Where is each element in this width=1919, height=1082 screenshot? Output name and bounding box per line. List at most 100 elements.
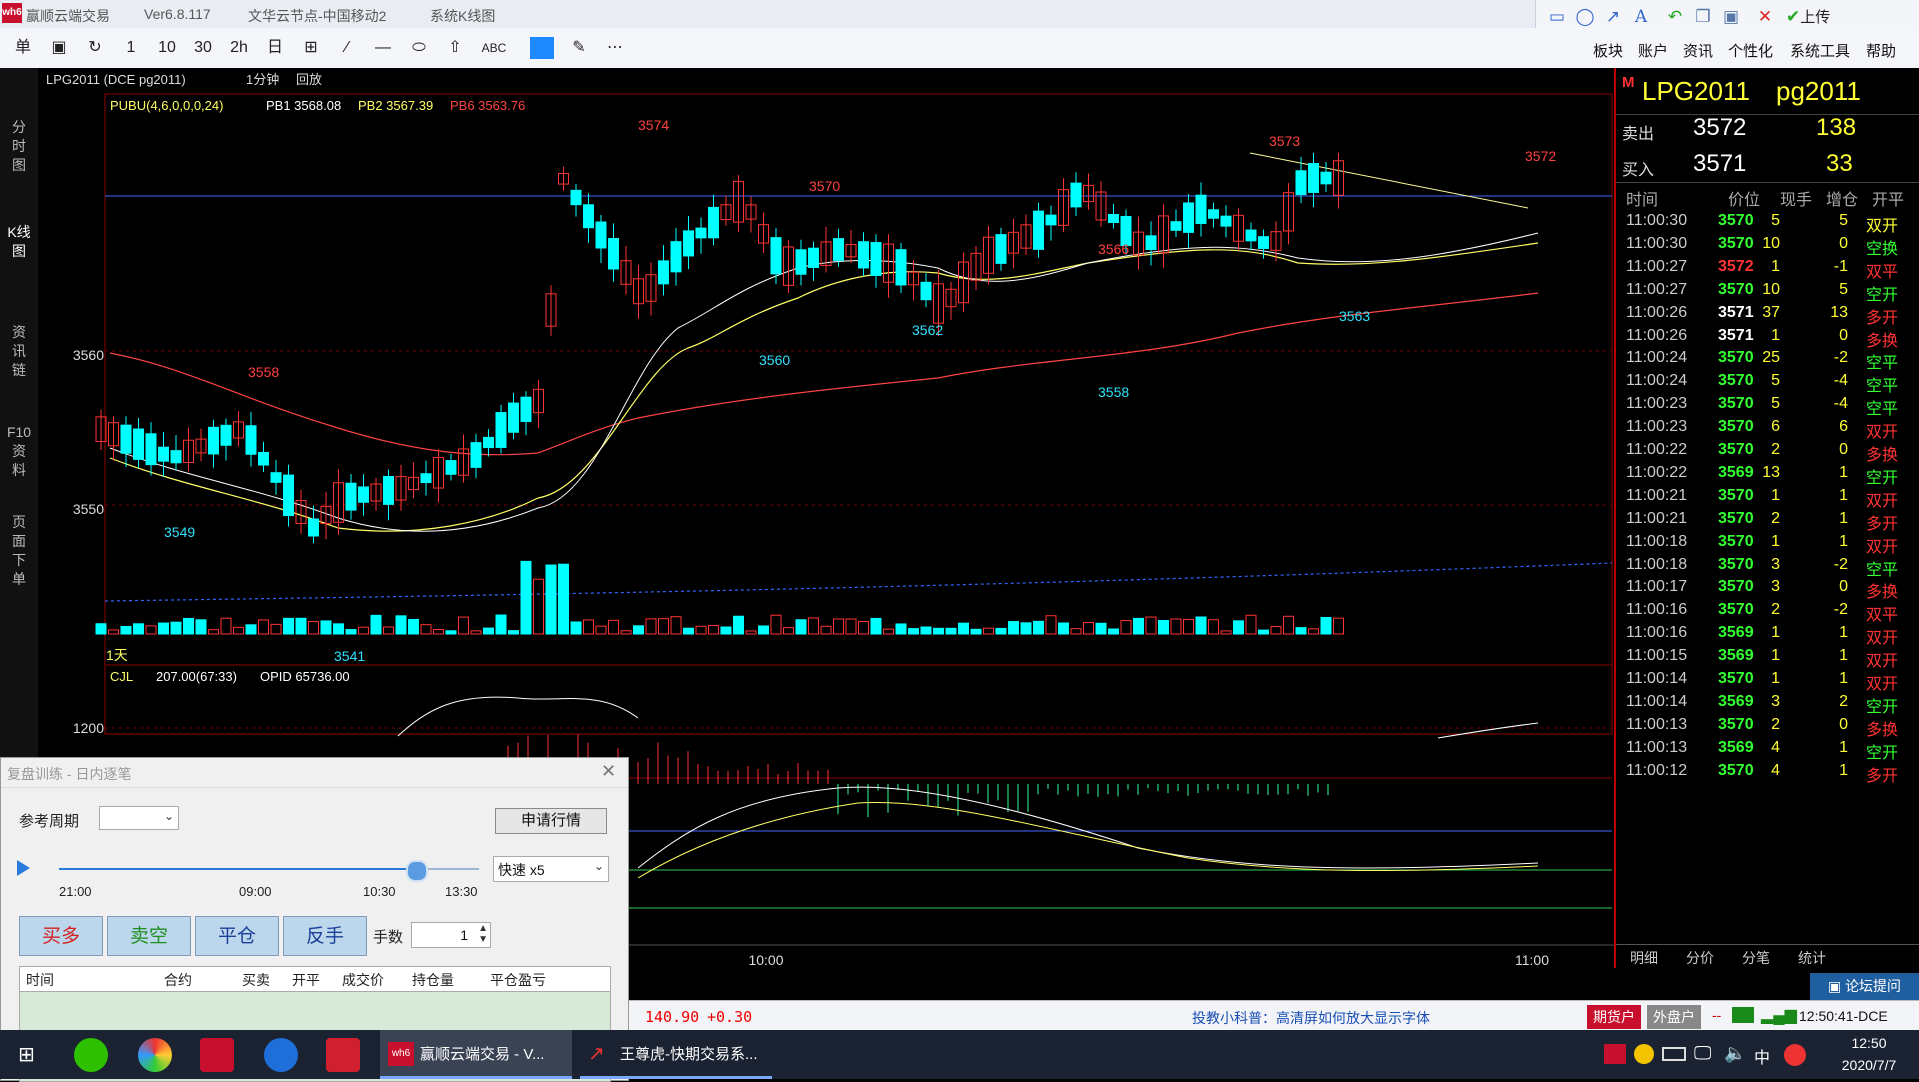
tray-wh6-icon[interactable] (1604, 1044, 1626, 1064)
period-2h-button[interactable]: 2h (226, 36, 252, 60)
lots-value[interactable]: 1 (460, 927, 468, 943)
reverse-button[interactable]: 反手 (283, 916, 367, 956)
tab-news-chain[interactable]: 资讯链 (6, 323, 32, 380)
instrument-code: pg2011 (1776, 76, 1861, 106)
save-layout-icon[interactable]: ▣ (46, 36, 72, 60)
tick-price: 3570 (1718, 418, 1754, 436)
volume-icon[interactable]: 🔈 (1724, 1043, 1746, 1064)
chrome-icon[interactable] (138, 1038, 172, 1072)
eraser-icon[interactable]: ✎ (566, 36, 592, 60)
foreign-account-button[interactable]: 外盘户 (1647, 1005, 1701, 1029)
futures-account-button[interactable]: 期货户 (1587, 1005, 1641, 1029)
more-icon[interactable]: ⋯ (602, 36, 628, 60)
period-10-button[interactable]: 10 (154, 36, 180, 60)
order-icon[interactable]: 单 (10, 36, 36, 60)
tab-f10[interactable]: F10资料 (6, 423, 32, 480)
rect-icon[interactable]: ▭ (1546, 6, 1568, 28)
k-app-icon[interactable] (264, 1038, 298, 1072)
start-icon[interactable]: ⊞ (18, 1045, 38, 1065)
tab-detail[interactable]: 明细 (1630, 948, 1658, 968)
col-oi: 增仓 (1826, 192, 1859, 209)
ellipse-draw-icon[interactable]: ⬭ (406, 36, 432, 60)
upload-button[interactable]: ✔上传 (1786, 6, 1846, 28)
annotation-low-3560: 3560 (759, 352, 790, 368)
save-icon[interactable]: ▣ (1720, 6, 1742, 28)
forum-ask-button[interactable]: ▣ 论坛提问 (1810, 973, 1919, 1000)
time-tick-1000: 10:00 (748, 952, 783, 968)
arrow-icon[interactable]: ↗ (1602, 6, 1624, 28)
app-logo-icon: wh6 (2, 3, 22, 23)
volume-bar (133, 623, 144, 635)
grid-layout-icon[interactable]: ⊞ (298, 36, 324, 60)
text-icon[interactable]: A (1630, 6, 1652, 28)
hline-draw-icon[interactable]: — (370, 36, 396, 60)
status-tip[interactable]: 投教小科普：高清屏如何放大显示字体 (1192, 1008, 1430, 1028)
taskbar-time[interactable]: 12:50 (1834, 1035, 1904, 1051)
volume-indicator-label[interactable]: CJL (110, 669, 133, 684)
tab-page-order[interactable]: 页面下单 (6, 513, 32, 589)
chart-mode[interactable]: 回放 (296, 72, 322, 87)
menu-system-tools[interactable]: 系统工具 (1790, 40, 1850, 61)
stepper-arrows-icon[interactable]: ▲ ▼ (478, 923, 488, 945)
pb1-value: PB1 3568.08 (266, 98, 341, 113)
buy-price[interactable]: 3571 (1693, 150, 1746, 178)
ref-period-select[interactable]: ⌄ (99, 806, 179, 830)
period-30-button[interactable]: 30 (190, 36, 216, 60)
sogou-icon[interactable] (1784, 1044, 1806, 1066)
taskbar-date[interactable]: 2020/7/7 (1828, 1057, 1910, 1073)
sell-short-button[interactable]: 卖空 (107, 916, 191, 956)
trading-app-icon[interactable] (200, 1038, 234, 1072)
request-quote-button[interactable]: 申请行情 (495, 808, 607, 834)
undo-icon[interactable]: ↶ (1664, 6, 1686, 28)
ellipse-icon[interactable]: ◯ (1574, 6, 1596, 28)
period-day-button[interactable]: 日 (262, 36, 288, 60)
menu-personalize[interactable]: 个性化 (1728, 40, 1773, 61)
lots-stepper[interactable]: 1 ▲ ▼ (411, 922, 491, 948)
tick-time: 11:00:15 (1626, 647, 1688, 665)
tick-price: 3570 (1718, 349, 1754, 367)
arrow-up-draw-icon[interactable]: ⇧ (442, 36, 468, 60)
tick-qty: 37 (1762, 303, 1780, 321)
close-position-button[interactable]: 平仓 (195, 916, 279, 956)
refresh-icon[interactable]: ↻ (82, 36, 108, 60)
play-icon[interactable] (17, 860, 30, 876)
tab-timeshare[interactable]: 分时图 (6, 118, 32, 175)
volume-bar (908, 628, 919, 635)
menu-account[interactable]: 账户 (1638, 40, 1668, 61)
menu-sector[interactable]: 板块 (1593, 40, 1623, 61)
menu-news[interactable]: 资讯 (1683, 40, 1713, 61)
color-picker-icon[interactable] (530, 37, 554, 59)
tab-kline[interactable]: K线图 (6, 223, 32, 261)
replay-slider-track[interactable] (59, 860, 479, 882)
tab-ticks[interactable]: 分笔 (1742, 948, 1770, 968)
text-draw-button[interactable]: ABC (478, 36, 510, 60)
replay-slider-handle[interactable] (406, 860, 428, 882)
annotation-low-3541: 3541 (334, 648, 365, 664)
dialog-close-icon[interactable]: ✕ (601, 761, 616, 782)
period-1-button[interactable]: 1 (118, 36, 144, 60)
network-icon[interactable]: 🖵 (1694, 1043, 1711, 1064)
candle-body (1070, 182, 1082, 208)
menu-help[interactable]: 帮助 (1866, 40, 1896, 61)
tick-oi: 0 (1839, 441, 1848, 458)
speed-select[interactable]: 快速 x5 ⌄ (493, 856, 609, 882)
line-draw-icon[interactable]: ⁄ (334, 36, 360, 60)
sell-price[interactable]: 3572 (1693, 114, 1746, 142)
tab-price-dist[interactable]: 分价 (1686, 948, 1714, 968)
tick-price: 3570 (1718, 509, 1754, 527)
wechat-icon[interactable] (74, 1038, 108, 1072)
tab-stats[interactable]: 统计 (1798, 948, 1826, 968)
close-icon[interactable]: ✕ (1754, 6, 1776, 28)
kuaiqi-icon[interactable] (326, 1038, 360, 1072)
battery-icon[interactable] (1662, 1047, 1686, 1061)
chart-period[interactable]: 1分钟 (246, 72, 279, 87)
tray-app-icon[interactable] (1634, 1044, 1654, 1064)
tick-row[interactable]: 11:00:12 3570 4 1 多开 (1616, 758, 1916, 786)
ime-indicator[interactable]: 中 (1754, 1044, 1770, 1068)
tick-type: 多开 (1866, 767, 1899, 785)
buy-long-button[interactable]: 买多 (19, 916, 103, 956)
copy-icon[interactable]: ❐ (1692, 6, 1714, 28)
tick-oi: 1 (1839, 624, 1848, 642)
indicator-name[interactable]: PUBU(4,6,0,0,0,24) (110, 98, 223, 113)
tick-price: 3570 (1718, 761, 1754, 779)
